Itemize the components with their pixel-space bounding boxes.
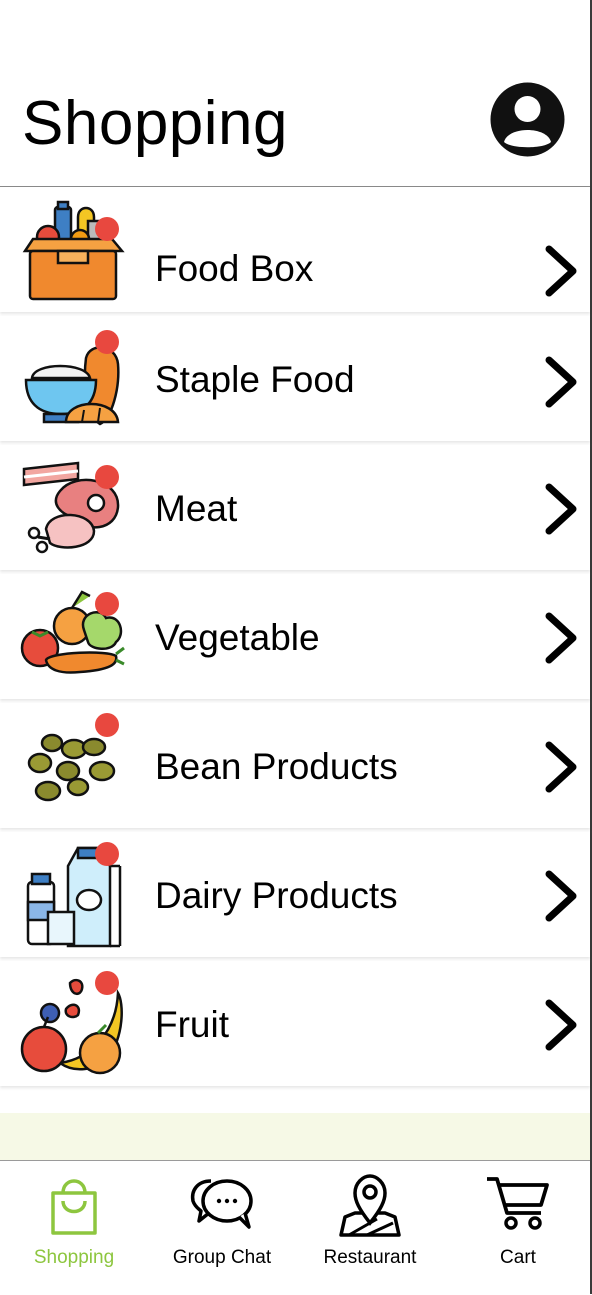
category-label: Dairy Products <box>155 875 398 916</box>
category-list: Food Box Staple Food Meat Vegetable Bean… <box>0 187 590 1090</box>
shopping-bag-icon <box>51 1179 97 1235</box>
tab-cart[interactable]: Cart <box>444 1161 592 1295</box>
category-label: Bean Products <box>155 746 398 787</box>
bottom-tab-bar: Shopping Group Chat Restaurant Cart <box>0 1160 590 1295</box>
category-row-dairy-products[interactable]: Dairy Products <box>0 832 590 957</box>
category-label: Fruit <box>155 1004 229 1045</box>
new-badge-dot <box>95 592 119 616</box>
new-badge-dot <box>95 842 119 866</box>
tab-label: Group Chat <box>172 1247 272 1268</box>
chevron-right-icon <box>545 245 577 297</box>
cart-icon <box>487 1177 549 1230</box>
account-icon[interactable] <box>490 82 565 157</box>
tab-label: Shopping <box>33 1247 115 1268</box>
new-badge-dot <box>95 465 119 489</box>
category-row-staple-food[interactable]: Staple Food <box>0 316 590 441</box>
food-box-icon <box>22 200 125 301</box>
chat-bubbles-icon <box>190 1179 253 1229</box>
category-row-food-box[interactable]: Food Box <box>0 187 590 312</box>
tab-restaurant[interactable]: Restaurant <box>296 1161 444 1295</box>
category-label: Staple Food <box>155 359 355 400</box>
chevron-right-icon <box>545 483 577 535</box>
new-badge-dot <box>95 330 119 354</box>
category-label: Food Box <box>155 248 314 289</box>
tab-group-chat[interactable]: Group Chat <box>148 1161 296 1295</box>
chevron-right-icon <box>545 741 577 793</box>
header: Shopping <box>0 0 590 187</box>
chevron-right-icon <box>545 356 577 408</box>
tab-label: Cart <box>500 1247 536 1268</box>
new-badge-dot <box>95 971 119 995</box>
category-row-meat[interactable]: Meat <box>0 445 590 570</box>
category-row-bean-products[interactable]: Bean Products <box>0 703 590 828</box>
list-footer-strip <box>0 1113 590 1160</box>
chevron-right-icon <box>545 870 577 922</box>
tab-label: Restaurant <box>323 1247 417 1268</box>
new-badge-dot <box>95 217 119 241</box>
map-pin-icon <box>339 1174 401 1237</box>
chevron-right-icon <box>545 999 577 1051</box>
page-title: Shopping <box>22 89 289 158</box>
chevron-right-icon <box>545 612 577 664</box>
category-row-vegetable[interactable]: Vegetable <box>0 574 590 699</box>
category-label: Vegetable <box>155 617 320 658</box>
tab-shopping[interactable]: Shopping <box>0 1161 148 1295</box>
category-row-fruit[interactable]: Fruit <box>0 961 590 1086</box>
category-label: Meat <box>155 488 238 529</box>
new-badge-dot <box>95 713 119 737</box>
